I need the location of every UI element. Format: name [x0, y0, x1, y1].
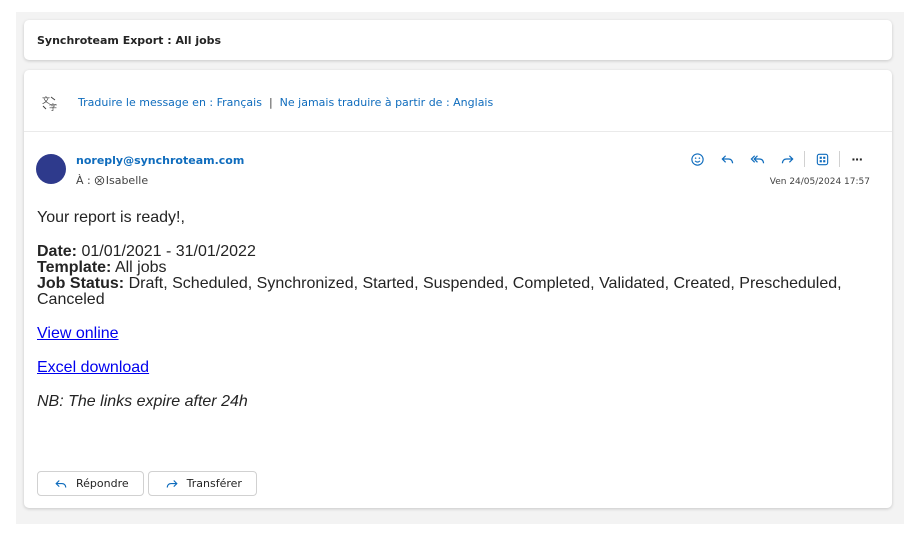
- reply-footer-button[interactable]: Répondre: [37, 471, 144, 496]
- sender-avatar[interactable]: [36, 154, 66, 184]
- forward-label: Transférer: [186, 477, 242, 490]
- more-actions-button[interactable]: ···: [842, 148, 872, 170]
- message-date: Ven 24/05/2024 17:57: [769, 177, 870, 187]
- date-label: Date:: [37, 243, 78, 260]
- reply-button[interactable]: [712, 148, 742, 170]
- actions-divider: [804, 151, 805, 167]
- translate-separator: |: [268, 96, 273, 109]
- status-value: Draft, Scheduled, Synchronized, Started,…: [37, 275, 842, 308]
- message-body: Your report is ready!, Date: 01/01/2021 …: [37, 210, 882, 410]
- template-value: All jobs: [111, 259, 167, 276]
- emoji-button[interactable]: [682, 148, 712, 170]
- translate-message-link[interactable]: Traduire le message en : Français: [78, 96, 262, 109]
- excel-download-link[interactable]: Excel download: [37, 359, 149, 376]
- apps-button[interactable]: [807, 148, 837, 170]
- message-actions: ···: [682, 148, 872, 170]
- to-label: À :: [76, 174, 91, 187]
- translate-bar: 文 字 Traduire le message en : Français | Ne…: [24, 70, 892, 132]
- reply-icon: [55, 479, 67, 488]
- forward-icon: [781, 154, 794, 163]
- actions-divider-2: [839, 151, 840, 167]
- svg-text:字: 字: [49, 102, 57, 111]
- forward-button[interactable]: [772, 148, 802, 170]
- reply-icon: [720, 154, 733, 163]
- date-value: 01/01/2021 - 31/01/2022: [77, 243, 256, 260]
- email-subject: Synchroteam Export : All jobs: [37, 34, 222, 47]
- apps-icon: [816, 153, 828, 165]
- subject-card: Synchroteam Export : All jobs: [24, 20, 892, 60]
- recipient-name[interactable]: Isabelle: [106, 174, 148, 187]
- blocked-contact-icon: [94, 175, 104, 186]
- more-icon: ···: [851, 151, 864, 167]
- status-line: Job Status: Draft, Scheduled, Synchroniz…: [37, 276, 882, 308]
- translate-links: Traduire le message en : Français | Ne jam…: [78, 96, 493, 109]
- translate-icon: 文 字: [42, 95, 57, 111]
- message-card: 文 字 Traduire le message en : Français | Ne…: [24, 70, 892, 508]
- forward-footer-button[interactable]: Transférer: [147, 471, 257, 496]
- expiry-note: NB: The links expire after 24h: [37, 393, 248, 410]
- template-label: Template:: [37, 259, 112, 276]
- recipient-line: À : Isabelle: [76, 174, 148, 187]
- report-details: Date: 01/01/2021 - 31/01/2022 Template: …: [37, 244, 882, 308]
- never-translate-link[interactable]: Ne jamais traduire à partir de : Anglais: [280, 96, 494, 109]
- template-line: Template: All jobs: [37, 260, 882, 276]
- reply-all-button[interactable]: [742, 148, 772, 170]
- date-line: Date: 01/01/2021 - 31/01/2022: [37, 244, 882, 260]
- view-online-link[interactable]: View online: [37, 325, 119, 342]
- emoji-icon: [690, 152, 704, 166]
- sender-address[interactable]: noreply@synchroteam.com: [76, 154, 244, 167]
- reply-all-icon: [750, 154, 764, 163]
- reply-label: Répondre: [76, 477, 129, 490]
- status-label: Job Status:: [37, 275, 125, 292]
- reply-forward-buttons: Répondre Transférer: [37, 471, 257, 496]
- forward-icon: [166, 479, 178, 488]
- body-greeting: Your report is ready!,: [37, 209, 185, 226]
